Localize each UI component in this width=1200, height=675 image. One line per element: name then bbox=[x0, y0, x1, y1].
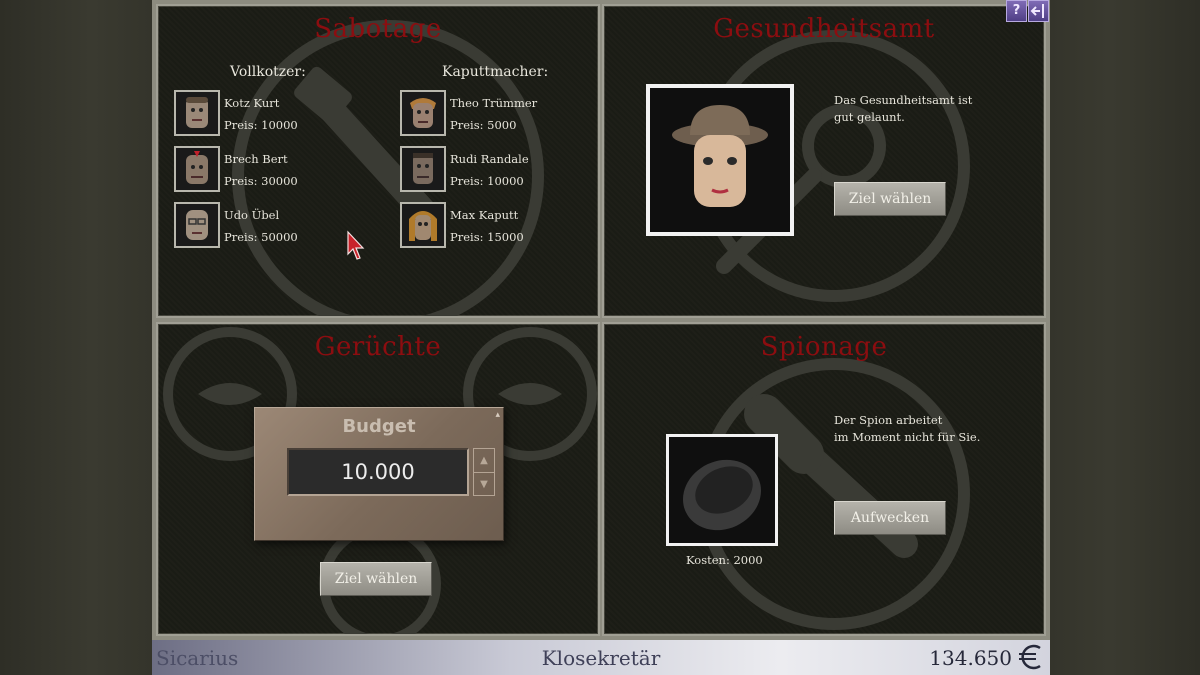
corner-buttons: ? bbox=[1006, 0, 1050, 22]
health-office-title: Gesundheitsamt bbox=[713, 14, 935, 44]
mouse-cursor-icon bbox=[347, 230, 365, 260]
exit-button[interactable] bbox=[1028, 0, 1049, 22]
spy-status-line2: im Moment nicht für Sie. bbox=[834, 430, 981, 444]
merc-max-kaputt[interactable]: Max Kaputt Preis: 15000 bbox=[400, 202, 598, 250]
merc-kotz-kurt[interactable]: Kotz Kurt Preis: 10000 bbox=[174, 90, 374, 138]
spy-panel: Spionage Kosten: 2000 Der Spion arbeitet… bbox=[602, 322, 1046, 636]
player-rank: Klosekretär bbox=[541, 646, 661, 670]
budget-dialog: ▴ Budget 10.000 ▲ ▼ bbox=[254, 407, 504, 541]
health-office-panel: Gesundheitsamt Das Gesundheitsamt ist gu… bbox=[602, 4, 1046, 318]
sabotage-panel: Sabotage Vollkotzer: Kaputtmacher: Kotz … bbox=[156, 4, 600, 318]
merc-udo-uebel[interactable]: Udo Übel Preis: 50000 bbox=[174, 202, 374, 250]
face-portrait-icon bbox=[174, 146, 220, 192]
face-portrait-icon bbox=[400, 146, 446, 192]
spinner-down-icon[interactable]: ▼ bbox=[474, 472, 494, 495]
merc-brech-bert[interactable]: Brech Bert Preis: 30000 bbox=[174, 146, 374, 194]
merc-name: Kotz Kurt bbox=[224, 96, 280, 110]
face-portrait-icon bbox=[400, 90, 446, 136]
face-portrait-icon bbox=[174, 202, 220, 248]
health-status-line2: gut gelaunt. bbox=[834, 110, 905, 124]
inspector-portrait bbox=[646, 84, 794, 236]
health-select-target-button[interactable]: Ziel wählen bbox=[834, 182, 946, 216]
euro-icon bbox=[1019, 644, 1041, 670]
spy-title: Spionage bbox=[760, 332, 888, 362]
status-bar: Sicarius Klosekretär 134.650 bbox=[152, 640, 1050, 675]
hat-icon bbox=[683, 459, 761, 531]
merc-theo-truemmer[interactable]: Theo Trümmer Preis: 5000 bbox=[400, 90, 598, 138]
merc-price: Preis: 10000 bbox=[224, 118, 298, 132]
rumors-select-target-button[interactable]: Ziel wählen bbox=[320, 562, 432, 596]
inspector-face-icon bbox=[672, 105, 768, 207]
merc-price: Preis: 10000 bbox=[450, 174, 524, 188]
rumors-title: Gerüchte bbox=[314, 332, 442, 362]
merc-price: Preis: 5000 bbox=[450, 118, 517, 132]
budget-input[interactable]: 10.000 bbox=[287, 448, 469, 496]
spy-portrait bbox=[666, 434, 778, 546]
spy-status-line1: Der Spion arbeitet bbox=[834, 413, 943, 427]
spinner-up-icon[interactable]: ▲ bbox=[474, 449, 494, 472]
spy-cost: Kosten: 2000 bbox=[686, 553, 763, 567]
health-status-line1: Das Gesundheitsamt ist bbox=[834, 93, 973, 107]
merc-name: Max Kaputt bbox=[450, 208, 519, 222]
sabotage-title: Sabotage bbox=[314, 14, 442, 44]
money-balance: 134.650 bbox=[929, 646, 1012, 670]
merc-price: Preis: 30000 bbox=[224, 174, 298, 188]
budget-label: Budget bbox=[342, 416, 416, 437]
main-frame: Sabotage Vollkotzer: Kaputtmacher: Kotz … bbox=[152, 0, 1050, 640]
face-portrait-icon bbox=[174, 90, 220, 136]
merc-name: Udo Übel bbox=[224, 208, 280, 222]
budget-spinner[interactable]: ▲ ▼ bbox=[473, 448, 495, 496]
right-backdrop bbox=[1050, 0, 1200, 675]
merc-name: Theo Trümmer bbox=[450, 96, 538, 110]
face-portrait-icon bbox=[400, 202, 446, 248]
help-button[interactable]: ? bbox=[1006, 0, 1027, 22]
vollkotzer-header: Vollkotzer: bbox=[230, 64, 306, 80]
merc-name: Rudi Randale bbox=[450, 152, 529, 166]
exit-arrow-icon bbox=[1030, 4, 1044, 18]
merc-rudi-randale[interactable]: Rudi Randale Preis: 10000 bbox=[400, 146, 598, 194]
rumors-panel: Gerüchte ▴ Budget 10.000 ▲ ▼ Ziel wählen bbox=[156, 322, 600, 636]
merc-price: Preis: 50000 bbox=[224, 230, 298, 244]
kaputtmacher-header: Kaputtmacher: bbox=[442, 64, 549, 80]
spy-wake-button[interactable]: Aufwecken bbox=[834, 501, 946, 535]
merc-name: Brech Bert bbox=[224, 152, 288, 166]
left-backdrop bbox=[0, 0, 152, 675]
merc-price: Preis: 15000 bbox=[450, 230, 524, 244]
